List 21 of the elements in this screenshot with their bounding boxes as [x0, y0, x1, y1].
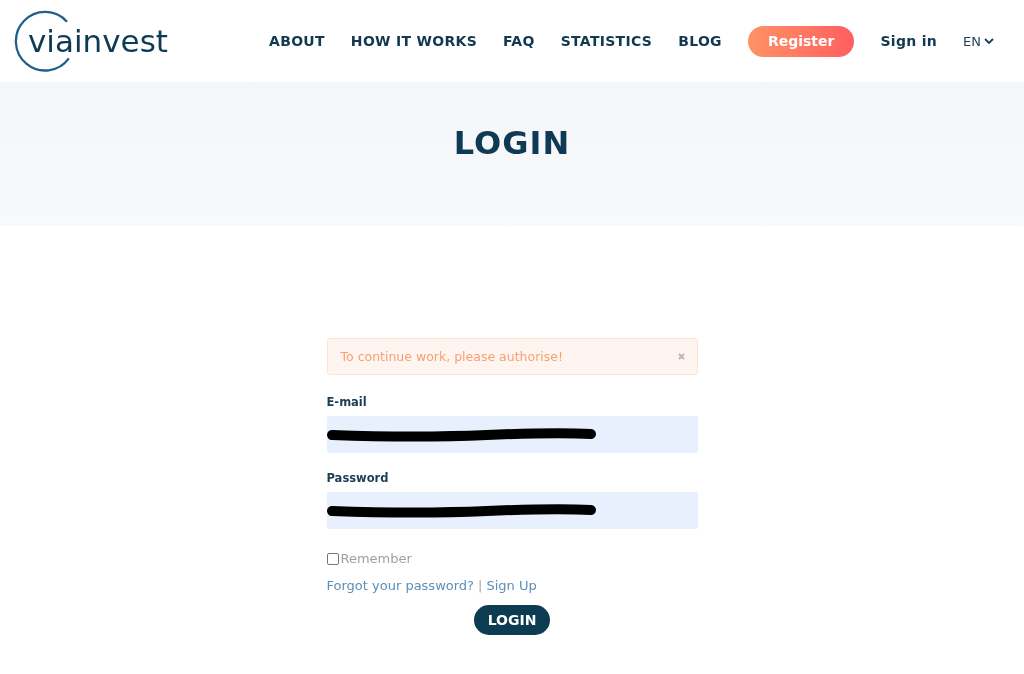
field-label: Password: [326, 471, 390, 485]
language-selector[interactable]: EN: [963, 33, 994, 49]
sign-up-link[interactable]: Sign Up: [486, 578, 537, 593]
nav-link[interactable]: HOW IT WORKS: [350, 33, 478, 49]
remember-label: Remember: [340, 551, 412, 566]
input-field[interactable]: [326, 492, 698, 529]
login-button[interactable]: LOGIN: [473, 605, 551, 635]
page-title: LOGIN: [453, 124, 571, 164]
nav-link[interactable]: FAQ: [503, 33, 535, 49]
nav-link[interactable]: Sign in: [880, 33, 938, 49]
nav-link[interactable]: BLOG: [678, 33, 722, 49]
input-field[interactable]: [326, 416, 698, 453]
nav-link[interactable]: ABOUT: [269, 33, 325, 49]
logo[interactable]: viainvest: [14, 8, 168, 74]
forgot-password-link[interactable]: Forgot your password?: [326, 578, 474, 593]
nav-link[interactable]: STATISTICS: [560, 33, 653, 49]
remember-checkbox[interactable]: [326, 552, 339, 565]
link-separator: |: [478, 578, 483, 593]
field-label: E-mail: [326, 395, 368, 409]
alert-text: To continue work, please authorise!: [340, 349, 563, 364]
chevron-down-icon: [984, 37, 994, 45]
